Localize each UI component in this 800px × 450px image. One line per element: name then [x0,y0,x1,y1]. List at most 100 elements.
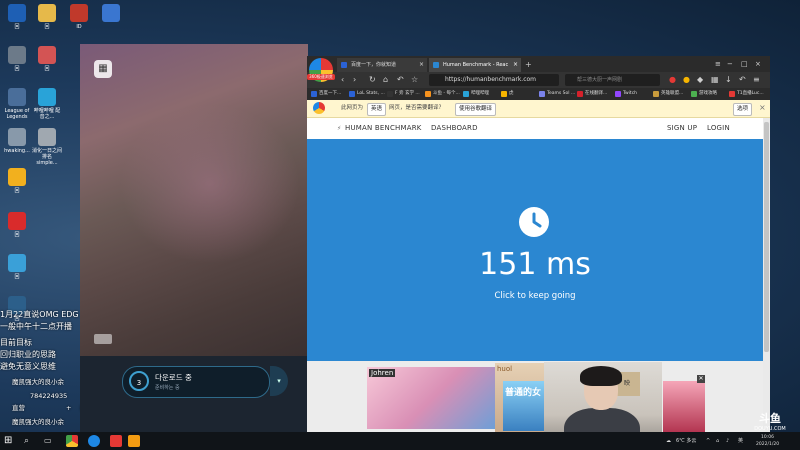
star-icon[interactable]: ☆ [411,74,418,86]
close-ad-icon[interactable]: ✕ [697,375,705,383]
dashboard-link[interactable]: DASHBOARD [431,118,478,139]
shortcut-label: 哔哩哔哩 配音之... [33,108,61,120]
edge-icon[interactable] [88,435,100,447]
translate-question: 网页，是否需要翻译？ [389,105,445,111]
desktop-shortcut[interactable]: 回 [2,46,32,72]
game-icon[interactable]: ◆ [697,74,703,86]
maximize-icon[interactable]: □ [741,58,748,70]
weather-icon[interactable]: ☁ [666,432,671,450]
menu-icon[interactable]: ≡ [753,74,760,86]
undo-icon[interactable]: ↶ [397,74,404,86]
bookmark-item[interactable]: 在线翻译... [577,89,607,99]
volume-icon[interactable]: ♪ [726,432,729,450]
tab-baidu[interactable]: 百度一下，你就知道 × [337,58,427,72]
desktop-shortcut[interactable] [96,4,126,24]
close-translate-icon[interactable]: × [759,102,766,114]
home-icon[interactable]: ⌂ [383,74,388,86]
desktop-shortcut[interactable]: 回 [32,4,62,30]
shortcut-label: 回 [44,66,50,72]
new-tab-button[interactable]: + [525,58,532,72]
grid-menu-icon[interactable]: ▦ [94,60,112,78]
menu-icon[interactable]: ≡ [715,58,721,70]
search-icon[interactable]: ⌕ [24,435,36,447]
tab-human-benchmark[interactable]: Human Benchmark - Reac × [429,58,521,72]
app-icon [8,4,26,22]
close-tab-icon[interactable]: × [513,58,518,72]
bookmark-item[interactable]: 哔哩哔哩 [463,89,489,99]
forward-icon[interactable]: › [353,74,356,86]
bookmark-label: 斗鱼 - 每个... [433,91,460,96]
brand-link[interactable]: HUMAN BENCHMARK [345,118,422,139]
login-link[interactable]: LOGIN [707,118,730,139]
download-icon[interactable]: ↓ [725,74,732,86]
bookmark-label: 哔哩哔哩 [471,91,489,96]
desktop-shortcut[interactable]: 回 [2,4,32,30]
reaction-test-area[interactable]: 151 ms Click to keep going [307,139,763,361]
sign-up-link[interactable]: SIGN UP [667,118,697,139]
page-scrollbar[interactable] [763,118,770,432]
reload-icon[interactable]: ↻ [369,74,376,86]
chat-icon[interactable] [94,334,112,344]
bookmark-item[interactable]: 虎 [501,89,514,99]
bookmark-item[interactable]: 英雄联盟... [653,89,683,99]
desktop-shortcut[interactable]: 回 [2,168,32,194]
extension-icon[interactable]: ● [669,74,676,86]
system-clock[interactable]: 10:06 2022/1/20 [756,434,779,448]
download-progress-button[interactable]: 3 다운로드 중 준비하는 중 [122,366,270,398]
fan-name-1: 魔凯强大的良小余 [12,378,64,386]
tab-strip: 百度一下，你就知道 × Human Benchmark - Reac × + ≡… [307,56,770,72]
reaction-time-result: 151 ms [479,247,591,282]
bookmark-label: Twitch [623,91,638,96]
back-icon[interactable]: ‹ [341,74,344,86]
bookmark-item[interactable]: T1直播Luc... [729,89,764,99]
desktop-shortcut[interactable]: 回 [2,254,32,280]
start-windows-icon[interactable]: ⊞ [4,435,16,447]
bookmark-item[interactable]: 斗鱼 - 每个... [425,89,460,99]
bookmark-icon [463,91,469,97]
network-icon[interactable]: ⌂ [716,432,719,450]
bookmark-item[interactable]: 游戏攻略 [691,89,717,99]
bookmark-item[interactable]: F 旁 玄学 ... [387,89,420,99]
desktop-shortcut[interactable]: 哔哩哔哩 配音之... [32,88,62,120]
shortcut-label: 回 [14,188,20,194]
app-icon [38,46,56,64]
desktop-shortcut[interactable]: hwaking... [2,128,32,154]
app-icon[interactable] [128,435,140,447]
fan-name-2: 直营 [12,404,25,412]
bookmark-icon [539,91,545,97]
google-translate-button[interactable]: 使用谷歌翻译 [455,103,497,116]
clock-time: 10:06 [761,435,775,440]
address-bar[interactable]: https://humanbenchmark.com [429,74,559,86]
close-tab-icon[interactable]: × [419,58,424,72]
undo-icon[interactable]: ↶ [739,74,746,86]
bookmark-item[interactable]: Twitch [615,89,637,99]
ime-indicator[interactable]: 英 [738,432,743,450]
desktop-shortcut[interactable]: 回 [2,212,32,238]
close-window-icon[interactable]: × [755,58,761,70]
scrollbar-thumb[interactable] [764,122,769,352]
weather-text[interactable]: 6℃ 多云 [676,432,696,450]
desktop-shortcut[interactable]: League of Legends [2,88,32,120]
bookmark-label: 英雄联盟... [661,91,684,96]
download-options-dropdown[interactable]: ▾ [270,366,288,396]
translate-options-button[interactable]: 选项 [733,103,753,116]
bookmark-item[interactable]: Teams Sol ... [539,89,575,99]
app-icon[interactable] [110,435,122,447]
grid-icon[interactable]: ▦ [711,74,719,86]
minimize-icon[interactable]: − [727,58,733,70]
desktop-shortcut[interactable]: 消化一日之间 排名simple... [32,128,62,166]
desktop-shortcut[interactable]: ID [64,4,94,30]
bookmark-label: 在线翻译... [585,91,608,96]
chrome-icon[interactable] [66,435,78,447]
extension-icon[interactable]: ● [683,74,690,86]
task-view-icon[interactable]: ▭ [44,435,56,447]
search-box[interactable]: 帮三德大厨一声网剧 [565,74,660,86]
source-language-select[interactable]: 英语 [367,103,387,116]
advertisement-tile[interactable] [663,381,705,432]
tray-expand-icon[interactable]: ^ [706,432,710,450]
bookmark-item[interactable]: 百度一下... [311,89,341,99]
desktop-shortcut[interactable]: 回 [32,46,62,72]
bookmark-item[interactable]: LoL Stats, ... [349,89,385,99]
shortcut-label: 回 [14,66,20,72]
ad-brand: Johren [369,369,396,377]
